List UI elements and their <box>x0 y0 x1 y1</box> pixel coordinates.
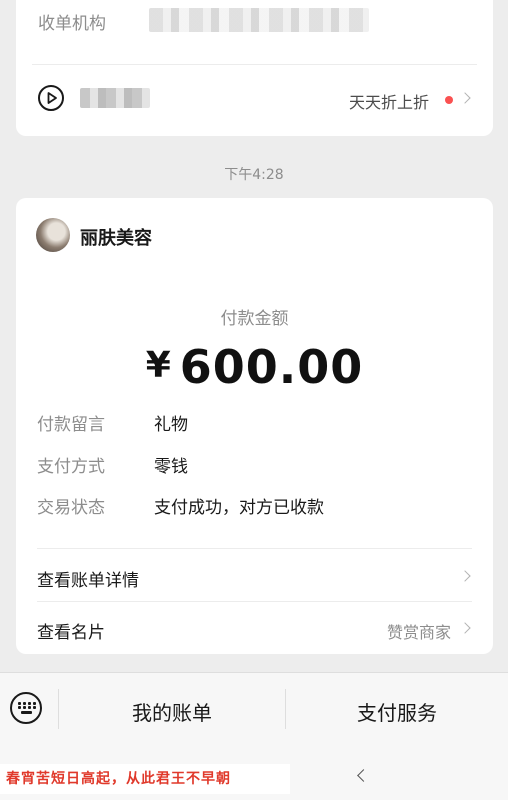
remark-value: 礼物 <box>154 415 188 435</box>
transaction-status-value: 支付成功，对方已收款 <box>154 498 324 518</box>
payment-amount: ¥600.00 <box>16 340 493 394</box>
payment-method-label: 支付方式 <box>37 457 105 477</box>
divider <box>32 64 477 65</box>
view-bill-details-label: 查看账单详情 <box>37 571 139 591</box>
promo-row[interactable]: 天天折上折 <box>16 66 493 132</box>
merchant-header[interactable]: 丽肤美容 <box>16 198 493 268</box>
chevron-right-icon <box>459 570 471 582</box>
bottom-menu-bar: 我的账单 支付服务 <box>0 672 508 753</box>
keyboard-toggle-icon[interactable] <box>10 692 42 724</box>
view-business-card-label: 查看名片 <box>37 623 105 643</box>
transaction-status-label: 交易状态 <box>37 498 105 518</box>
remark-label: 付款留言 <box>37 415 105 435</box>
chevron-right-icon <box>459 92 471 104</box>
amount-value: 600.00 <box>179 340 364 394</box>
my-bills-button[interactable]: 我的账单 <box>59 697 285 726</box>
acquirer-name-redacted <box>149 8 369 32</box>
view-business-card-row[interactable]: 查看名片 赞赏商家 <box>16 602 493 654</box>
divider <box>37 548 472 549</box>
chevron-right-icon <box>459 622 471 634</box>
message-timestamp: 下午4:28 <box>224 167 284 183</box>
acquirer-card: 收单机构 天天折上折 <box>16 0 493 136</box>
currency-symbol: ¥ <box>145 345 172 386</box>
promo-name-redacted <box>80 88 150 108</box>
payment-receipt-card: 丽肤美容 付款金额 ¥600.00 付款留言 礼物 支付方式 零钱 交易状态 支… <box>16 198 493 654</box>
merchant-avatar <box>36 218 70 252</box>
tip-merchant-label: 赞赏商家 <box>386 623 451 642</box>
red-dot-badge <box>445 96 453 104</box>
acquirer-label: 收单机构 <box>38 14 106 34</box>
promo-text: 天天折上折 <box>348 93 429 112</box>
amount-label: 付款金额 <box>220 309 289 329</box>
view-bill-details-row[interactable]: 查看账单详情 <box>16 550 493 602</box>
caption-text: 春宵苦短日高起，从此君王不早朝 <box>0 764 290 794</box>
footer-strip: 春宵苦短日高起，从此君王不早朝 <box>0 752 508 800</box>
play-icon <box>38 85 64 111</box>
merchant-name: 丽肤美容 <box>80 228 152 249</box>
payment-services-button[interactable]: 支付服务 <box>286 697 508 726</box>
payment-method-value: 零钱 <box>154 457 188 477</box>
